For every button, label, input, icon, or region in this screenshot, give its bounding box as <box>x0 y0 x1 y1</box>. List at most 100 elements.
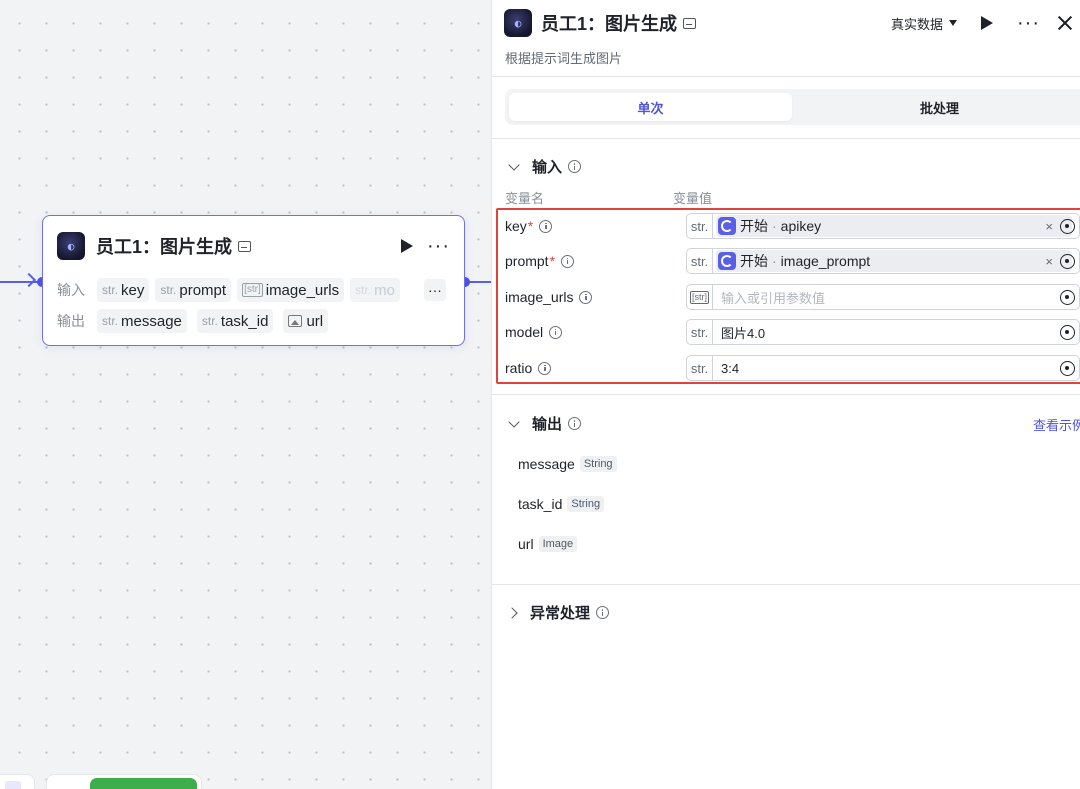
input-value-field[interactable]: str. 开始 · apikey × <box>686 213 1080 239</box>
column-header-value: 变量值 <box>673 191 713 206</box>
tab-single[interactable]: 单次 <box>509 93 792 121</box>
reference-target-icon[interactable] <box>1060 218 1075 234</box>
input-section-title: 输入 <box>532 159 563 176</box>
info-icon[interactable] <box>568 160 582 173</box>
input-row: ratio str. 3:4 <box>505 355 1080 381</box>
input-name: ratio <box>505 360 533 376</box>
caret-down-icon <box>949 20 958 26</box>
type-selector[interactable]: str. <box>687 356 713 380</box>
input-value[interactable]: 3:4 <box>721 361 739 376</box>
panel-title: 员工1：图片生成 <box>541 14 678 34</box>
node-output-chip: str. task_id <box>196 309 274 333</box>
more-inputs-button[interactable]: ··· <box>423 279 446 301</box>
start-node-icon <box>718 217 736 235</box>
input-name: model <box>505 324 544 340</box>
toolbar-tile[interactable] <box>0 774 35 789</box>
input-value-field[interactable]: str. 图片4.0 <box>686 319 1080 345</box>
required-mark: * <box>527 218 534 234</box>
input-row: prompt * str. 开始 · image_prompt × <box>505 248 1080 274</box>
info-icon[interactable] <box>568 417 582 430</box>
node-input-chip: [str] image_urls <box>237 278 345 302</box>
variable-reference-chip[interactable]: 开始 · image_prompt <box>716 250 1072 272</box>
clear-reference-icon[interactable]: × <box>1045 254 1053 269</box>
see-example-link[interactable]: 查看示例 <box>1033 415 1080 434</box>
type-selector[interactable]: [str] <box>687 285 713 309</box>
input-name: prompt <box>505 253 549 269</box>
run-workflow-button[interactable] <box>90 778 197 789</box>
divider <box>492 138 1080 139</box>
info-icon[interactable] <box>579 290 593 304</box>
output-row: message String <box>518 456 617 472</box>
run-node-button[interactable] <box>981 16 994 30</box>
data-mode-label: 真实数据 <box>891 16 944 32</box>
input-row: image_urls [str] 输入或引用参数值 <box>505 284 1080 310</box>
node-output-label: 输出 <box>57 313 85 329</box>
run-node-icon[interactable] <box>401 239 414 253</box>
divider <box>492 394 1080 395</box>
info-icon[interactable] <box>561 254 575 268</box>
chevron-right-icon <box>506 606 518 619</box>
node-input-chip: str. prompt <box>155 278 232 302</box>
type-tag: String <box>579 456 617 472</box>
image-icon <box>288 315 303 327</box>
tab-batch[interactable]: 批处理 <box>798 93 1080 121</box>
node-output-chip: str. message <box>97 309 187 333</box>
info-icon[interactable] <box>539 219 553 233</box>
output-row: task_id String <box>518 496 605 512</box>
workflow-node-card[interactable]: ◐ 员工1：图片生成 ··· 输入 str. key str. prompt [st… <box>42 215 465 346</box>
more-options-icon[interactable]: ··· <box>1017 13 1040 33</box>
input-section-header[interactable]: 输入 <box>507 156 582 177</box>
node-input-chip: str. key <box>97 278 150 302</box>
info-icon[interactable] <box>538 361 552 375</box>
input-value-field[interactable]: str. 3:4 <box>686 355 1080 381</box>
workflow-canvas[interactable]: ◐ 员工1：图片生成 ··· 输入 str. key str. prompt [st… <box>0 0 491 789</box>
run-mode-tabs: 单次 批处理 <box>505 89 1080 125</box>
panel-description: 根据提示词生成图片 <box>505 51 623 66</box>
exception-section-title: 异常处理 <box>530 605 591 622</box>
node-title: 员工1：图片生成 <box>96 237 233 257</box>
info-icon[interactable] <box>549 325 563 339</box>
arrow-right-icon <box>21 272 37 288</box>
output-section-header[interactable]: 输出 <box>507 413 582 434</box>
node-settings-panel: ◐ 员工1：图片生成 真实数据 ··· 根据提示词生成图片 单次 批处理 输入 … <box>491 0 1080 789</box>
input-value[interactable]: 图片4.0 <box>721 323 765 342</box>
reference-target-icon[interactable] <box>1060 253 1075 269</box>
node-output-chip: url <box>283 309 329 333</box>
start-node-icon <box>718 252 736 270</box>
input-value-field[interactable]: str. 开始 · image_prompt × <box>686 248 1080 274</box>
reference-target-icon[interactable] <box>1060 324 1075 340</box>
output-name: url <box>518 536 534 552</box>
type-tag: String <box>567 496 605 512</box>
exception-section-header[interactable]: 异常处理 <box>506 602 610 623</box>
reference-target-icon[interactable] <box>1060 289 1075 305</box>
input-placeholder: 输入或引用参数值 <box>721 290 826 306</box>
type-selector[interactable]: str. <box>687 249 713 273</box>
type-tag: Image <box>538 536 578 552</box>
card-icon <box>683 17 697 29</box>
node-inputs-row: 输入 str. key str. prompt [str] image_urls st… <box>57 278 446 302</box>
chevron-down-icon <box>508 158 520 171</box>
output-section-title: 输出 <box>532 416 563 433</box>
input-row: model str. 图片4.0 <box>505 319 1080 345</box>
type-selector[interactable]: str. <box>687 320 713 344</box>
more-options-icon[interactable]: ··· <box>427 236 450 256</box>
node-input-label: 输入 <box>57 282 85 298</box>
reference-target-icon[interactable] <box>1060 360 1075 376</box>
data-mode-select[interactable]: 真实数据 <box>891 14 958 33</box>
info-icon[interactable] <box>596 606 610 619</box>
variable-reference-chip[interactable]: 开始 · apikey <box>716 215 1072 237</box>
clear-reference-icon[interactable]: × <box>1045 219 1053 234</box>
input-row: key * str. 开始 · apikey × <box>505 213 1080 239</box>
required-mark: * <box>549 253 556 269</box>
close-icon[interactable] <box>1058 16 1072 30</box>
divider <box>492 76 1080 77</box>
node-outputs-row: 输出 str. message str. task_id url <box>57 309 329 333</box>
type-selector[interactable]: str. <box>687 214 713 238</box>
card-icon <box>238 240 252 252</box>
input-value-field[interactable]: [str] 输入或引用参数值 <box>686 284 1080 310</box>
employee-avatar-icon: ◐ <box>57 232 85 260</box>
employee-avatar-icon: ◐ <box>504 9 532 37</box>
output-row: url Image <box>518 536 578 552</box>
column-header-name: 变量名 <box>505 191 545 206</box>
node-input-chip: str. mo <box>350 278 400 302</box>
